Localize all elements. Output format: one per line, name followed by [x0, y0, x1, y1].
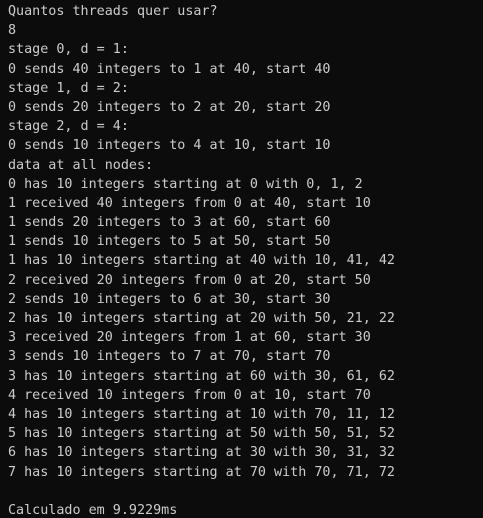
- output-line: 1 sends 20 integers to 3 at 60, start 60: [8, 215, 331, 231]
- output-line: data at all nodes:: [8, 157, 154, 173]
- output-line: 2 received 20 integers from 0 at 20, sta…: [8, 272, 371, 288]
- output-line: 2 has 10 integers starting at 20 with 50…: [8, 311, 395, 326]
- output-line: 1 received 40 integers from 0 at 40, sta…: [8, 195, 371, 211]
- output-line: stage 0, d = 1:: [8, 42, 129, 58]
- output-line: stage 1, d = 2:: [8, 80, 129, 96]
- output-line: 7 has 10 integers starting at 70 with 70…: [8, 464, 395, 480]
- output-line: 1 sends 10 integers to 5 at 50, start 50: [8, 234, 331, 250]
- output-line: 2 sends 10 integers to 6 at 30, start 30: [8, 291, 331, 307]
- output-line: 0 sends 20 integers to 2 at 20, start 20: [8, 99, 331, 115]
- output-line: 4 received 10 integers from 0 at 10, sta…: [8, 387, 371, 403]
- output-line: 5 has 10 integers starting at 50 with 50…: [8, 426, 395, 442]
- output-line: 1 has 10 integers starting at 40 with 10…: [8, 253, 395, 269]
- output-line: 0 sends 40 integers to 1 at 40, start 40: [8, 61, 331, 77]
- output-line: 3 has 10 integers starting at 60 with 30…: [8, 368, 395, 384]
- output-line: 3 received 20 integers from 1 at 60, sta…: [8, 330, 371, 346]
- output-line: 0 has 10 integers starting at 0 with 0, …: [8, 176, 363, 192]
- prompt-line: Quantos threads quer usar?: [8, 4, 218, 19]
- output-line: stage 2, d = 4:: [8, 119, 129, 135]
- timing-result-line: Calculado em 9.9229ms: [8, 502, 178, 518]
- console-window[interactable]: Quantos threads quer usar? 8 stage 0, d …: [0, 0, 483, 518]
- output-line: 0 sends 10 integers to 4 at 10, start 10: [8, 138, 331, 154]
- output-line: 3 sends 10 integers to 7 at 70, start 70: [8, 349, 331, 365]
- user-input-line: 8: [8, 23, 17, 39]
- output-line: 6 has 10 integers starting at 30 with 30…: [8, 445, 395, 461]
- output-line: 4 has 10 integers starting at 10 with 70…: [8, 406, 395, 422]
